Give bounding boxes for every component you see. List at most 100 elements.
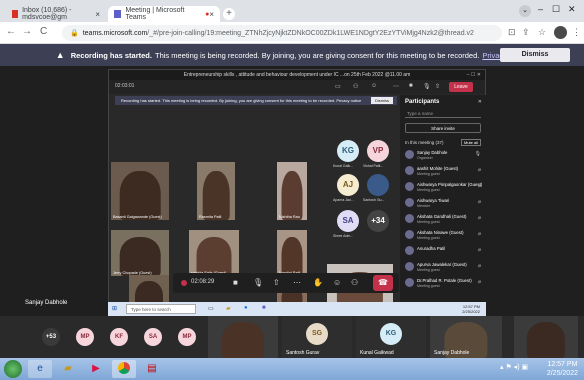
recording-dot-icon [181, 280, 187, 286]
avatar [405, 214, 414, 223]
camera-icon: ■ [409, 83, 413, 89]
presenter-video-tile[interactable]: Sanjay Dabhole [430, 316, 502, 358]
participant-role: Meeting guest [417, 172, 440, 176]
video-tile: Rasmita Patil [197, 162, 235, 220]
participant-row: Sanjay Dabhole Organizer 🎙 [405, 149, 481, 163]
avatar [405, 278, 414, 287]
windows-start-icon[interactable] [4, 360, 22, 378]
participant-role: Meeting guest [417, 284, 440, 288]
participant-avatar[interactable]: MP [76, 328, 94, 346]
leave-button: Leave [449, 82, 473, 92]
participant-row: Akshata Ninawe (Guest) Meeting guest ⌀ [405, 229, 481, 243]
participant-video [222, 322, 264, 358]
browser-tab-bar: Inbox (10,686) - mdsvcoe@gm × Meeting | … [0, 0, 584, 22]
participant-tile[interactable]: KG Kunal Gaikwad [356, 316, 426, 358]
ie-icon[interactable]: e [28, 360, 52, 378]
tab-title: Inbox (10,686) - mdsvcoe@gm [22, 7, 72, 21]
shared-meeting-toolbar: 02:03:01 ▭ ⚇ ☺ ⋯ ■ 🎙 ⇧ Leave [109, 80, 485, 94]
participant-name: Kunal Gaikwad [360, 350, 394, 356]
tab-title: Meeting | Microsoft Teams [125, 7, 185, 21]
participant-avatar: KG [337, 140, 359, 162]
participant-avatar[interactable]: KF [110, 328, 128, 346]
video-tile-label: Nishtha Rao [279, 215, 300, 219]
shared-taskbar-search: Type here to search [126, 304, 196, 314]
participant-avatar[interactable]: MP [178, 328, 196, 346]
lock-icon: 🔒 [70, 30, 79, 37]
participant-name: Sanjay Dabhole [417, 150, 448, 155]
participant-tile[interactable]: SG Santosh Gurav [282, 316, 352, 358]
mic-icon: 🎙 [253, 278, 264, 287]
video-tile-label: Basanti Gaigawande (Guest) [113, 215, 162, 219]
share-icon[interactable]: ⇪ [522, 27, 530, 38]
more-icon: ⋯ [293, 278, 301, 287]
pdf-icon[interactable]: ▤ [140, 360, 164, 378]
warning-icon: ▲ [55, 50, 65, 60]
edge-icon: ● [244, 305, 248, 311]
mic-off-icon: ⌀ [477, 231, 481, 237]
participant-video [202, 170, 230, 220]
recording-banner: ▲ Recording has started. This meeting is… [0, 44, 584, 66]
minimize-icon[interactable]: – [538, 4, 543, 14]
presenter-name-label: Sanjay Dabhole [25, 300, 68, 306]
participant-row: Aishwarya Tiwari Member ⌀ [405, 197, 481, 211]
maximize-icon[interactable]: ☐ [552, 4, 560, 15]
camera-blocked-icon[interactable]: ⊡ [508, 27, 516, 38]
participant-name: Anuradha Patil [417, 246, 446, 251]
dismiss-button[interactable]: Dismiss [500, 48, 570, 62]
close-tab-icon[interactable]: × [209, 10, 214, 19]
self-video [526, 322, 566, 358]
forward-icon[interactable]: → [22, 26, 32, 37]
media-player-icon[interactable]: ▶ [84, 360, 108, 378]
recording-banner-text: This meeting is being recorded. By joini… [154, 50, 480, 60]
avatar-initials: MP [182, 334, 192, 340]
participant-avatar: VP [367, 140, 389, 162]
url-input[interactable]: 🔒 teams.microsoft.com /_#/pre-join-calli… [62, 25, 502, 41]
tab-search-icon[interactable]: ⌄ [519, 5, 531, 17]
participant-role: Member [417, 204, 431, 208]
badge-count: +53 [45, 334, 57, 340]
self-video-tile[interactable] [514, 316, 578, 358]
avatar-initials: KG [385, 330, 397, 337]
shared-dismiss-button: Dismiss [371, 97, 393, 104]
participant-name: Aishwarya Tiwari [417, 198, 450, 203]
participant-avatar[interactable]: SA [144, 328, 162, 346]
chrome-icon[interactable] [112, 360, 136, 378]
participant-video-tile[interactable] [208, 316, 278, 358]
mute-all-button: Mute all [460, 139, 481, 146]
shared-window-title: Entrepreneurship skills , attitude and b… [109, 70, 485, 80]
avatar-initials: MP [80, 334, 90, 340]
participant-avatar: SG [306, 323, 328, 345]
url-domain: teams.microsoft.com [82, 29, 148, 37]
share-screen-icon: ⇧ [435, 84, 441, 90]
participant-name: Sanjay Dabhole [434, 350, 470, 356]
participant-avatar: AJ [337, 174, 359, 196]
avatar[interactable] [554, 26, 567, 39]
more-icon: ⋯ [393, 84, 399, 90]
participant-avatar [367, 174, 389, 196]
shared-screen-window: Entrepreneurship skills , attitude and b… [108, 69, 486, 317]
taskbar-clock[interactable]: 12:57 PM 2/25/2022 [547, 360, 578, 378]
system-tray-icon[interactable]: ▴ ⚑ ◂) ▣ [500, 363, 528, 371]
avatar-initials: KF [115, 334, 123, 340]
more-participants-badge: +34 [367, 210, 389, 232]
recording-banner-title: Recording has started. [70, 50, 152, 60]
tab-gmail[interactable]: Inbox (10,686) - mdsvcoe@gm × [6, 6, 106, 22]
call-timer: 02:08:29 [191, 279, 215, 285]
participant-name: Akshata Ninawe (Guest) [417, 230, 464, 235]
windows-taskbar: e ▰ ▶ ▤ ▴ ⚑ ◂) ▣ 12:57 PM 2/25/2022 [0, 358, 584, 380]
more-participants-badge[interactable]: +53 [42, 328, 60, 346]
close-tab-icon[interactable]: × [95, 10, 100, 19]
chat-icon: ▭ [335, 84, 341, 90]
back-icon[interactable]: ← [6, 26, 16, 37]
folder-icon[interactable]: ▰ [56, 360, 80, 378]
menu-kebab-icon[interactable]: ⋮ [572, 27, 581, 38]
new-tab-button[interactable]: + [223, 8, 235, 20]
participants-panel: Participants ✕ Type a name Share invite … [400, 95, 486, 317]
bookmark-star-icon[interactable]: ☆ [538, 27, 546, 38]
reload-icon[interactable]: C [40, 26, 47, 37]
video-tile: Basanti Gaigawande (Guest) [111, 162, 169, 220]
tab-teams[interactable]: Meeting | Microsoft Teams ● × [108, 6, 220, 22]
close-window-icon[interactable]: ✕ [568, 4, 576, 15]
shared-meeting-timer: 02:03:01 [115, 83, 135, 89]
shared-clock-date: 2/25/2022 [462, 309, 480, 314]
